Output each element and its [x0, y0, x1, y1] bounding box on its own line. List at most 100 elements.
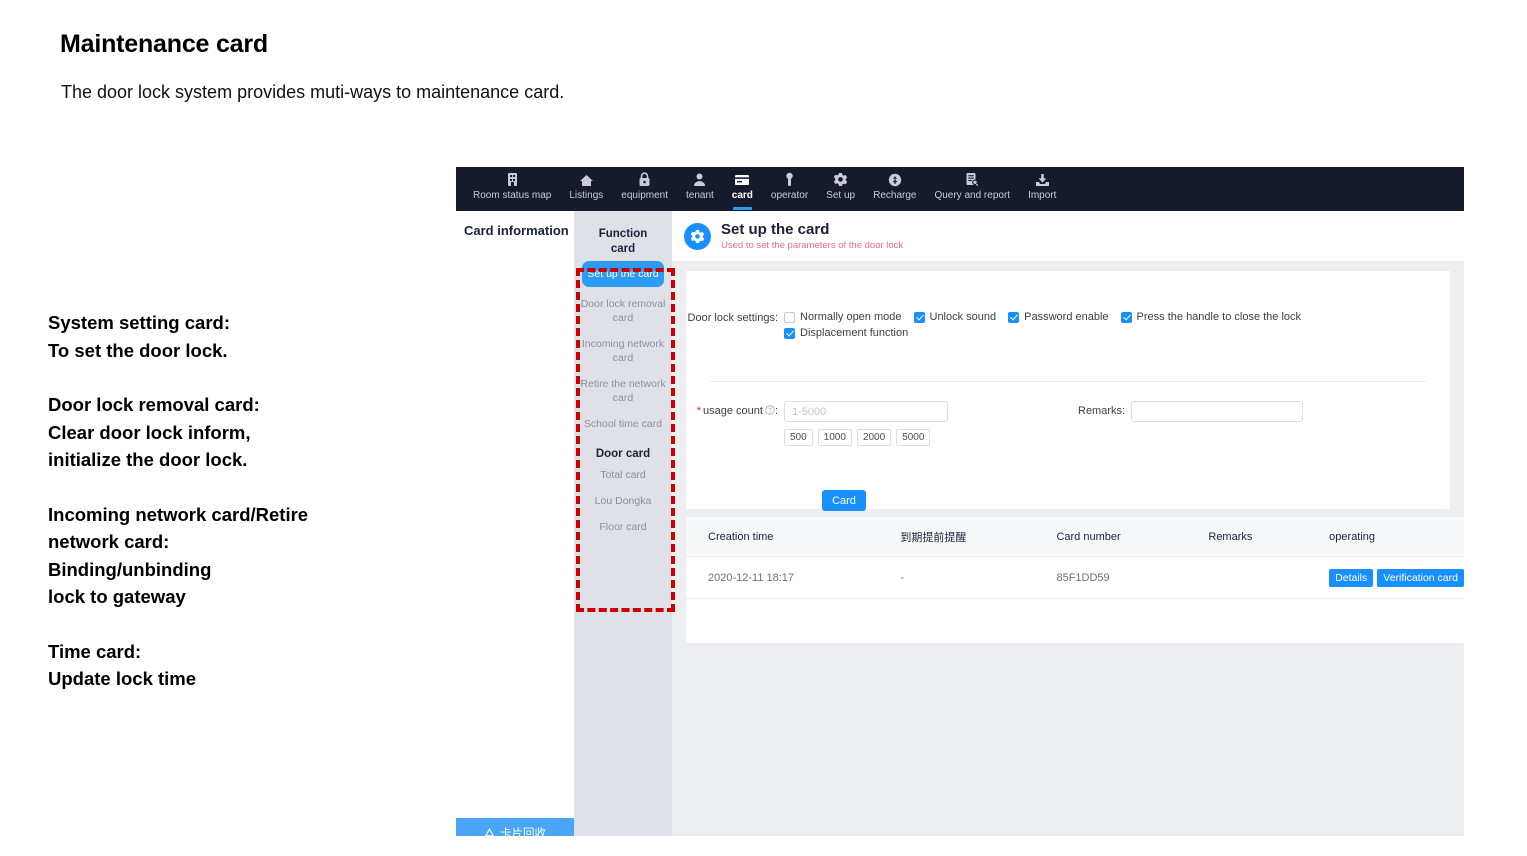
download-icon — [1035, 171, 1050, 188]
nav-item-listings[interactable]: Listings — [560, 167, 612, 211]
nav-item-label: Query and report — [934, 190, 1010, 201]
checkbox-label: Unlock sound — [930, 311, 997, 323]
quick-value-5000-button[interactable]: 5000 — [896, 429, 930, 446]
annotation-notes: System setting card: To set the door loc… — [48, 309, 468, 693]
usage-count-label-text: usage count — [703, 405, 763, 417]
person-icon — [693, 171, 706, 188]
cell-remarks — [1186, 557, 1307, 599]
nav-item-label: Set up — [826, 190, 855, 201]
coin-icon — [888, 171, 902, 188]
function-card-sidebar: Function card Set up the card Door lock … — [574, 211, 672, 836]
card-information-label: Card information — [464, 223, 569, 238]
checkbox-box[interactable] — [1121, 312, 1132, 323]
checkbox-label: Normally open mode — [800, 311, 902, 323]
checkbox-label: Press the handle to close the lock — [1137, 311, 1301, 323]
card-records-table: Creation time 到期提前提醒 Card number Remarks… — [686, 517, 1464, 599]
usage-count-input[interactable] — [784, 401, 948, 422]
nav-item-operator[interactable]: operator — [762, 167, 817, 211]
checkbox-unlock-sound[interactable]: Unlock sound — [914, 311, 997, 323]
nav-item-label: card — [732, 190, 753, 201]
nav-item-recharge[interactable]: Recharge — [864, 167, 925, 211]
nav-item-label: Import — [1028, 190, 1056, 201]
sidebar-item-lou-dongka[interactable]: Lou Dongka — [574, 488, 672, 514]
checkbox-box[interactable] — [1008, 312, 1019, 323]
sidebar-item-school-time-card[interactable]: School time card — [574, 411, 672, 437]
card-records-panel: Creation time 到期提前提醒 Card number Remarks… — [686, 517, 1464, 643]
sidebar-heading-door-card: Door card — [574, 437, 672, 462]
column-header-creation-time: Creation time — [686, 517, 878, 557]
question-circle-icon[interactable] — [765, 405, 775, 418]
page-subtitle: The door lock system provides muti-ways … — [61, 82, 564, 103]
table-header-row: Creation time 到期提前提醒 Card number Remarks… — [686, 517, 1464, 557]
cell-expiry-reminder: - — [878, 557, 1034, 599]
nav-item-room-status-map[interactable]: Room status map — [464, 167, 560, 211]
nav-item-equipment[interactable]: equipment — [612, 167, 677, 211]
checkbox-normally-open-mode[interactable]: Normally open mode — [784, 311, 902, 323]
column-header-operating: operating — [1307, 517, 1464, 557]
top-navigation-bar: Room status map Listings equipment tenan… — [456, 167, 1464, 211]
usage-count-quick-buttons: 500 1000 2000 5000 — [784, 429, 948, 446]
usage-count-row: *usage count: 500 1000 2000 5000 Remarks… — [686, 401, 1450, 446]
details-button[interactable]: Details — [1329, 569, 1373, 587]
door-lock-settings-checkbox-group: Normally open mode Unlock sound Password… — [784, 311, 1404, 339]
building-icon — [506, 171, 519, 188]
main-header-subtitle: Used to set the parameters of the door l… — [721, 239, 903, 252]
main-header: Set up the card Used to set the paramete… — [672, 211, 1464, 261]
settings-panel: Door lock settings: Normally open mode U… — [686, 271, 1450, 509]
recycle-triangle-icon — [484, 827, 495, 837]
gear-icon — [684, 223, 711, 250]
door-lock-settings-row: Door lock settings: Normally open mode U… — [686, 311, 1450, 339]
nav-item-label: tenant — [686, 190, 714, 201]
sidebar-item-floor-card[interactable]: Floor card — [574, 514, 672, 540]
card-icon — [734, 171, 750, 188]
usage-count-colon: : — [775, 405, 778, 417]
nav-item-set-up[interactable]: Set up — [817, 167, 864, 211]
cell-card-number: 85F1DD59 — [1034, 557, 1186, 599]
note-block: System setting card: To set the door loc… — [48, 309, 468, 364]
checkbox-box[interactable] — [784, 312, 795, 323]
sidebar-item-set-up-the-card[interactable]: Set up the card — [582, 261, 664, 287]
checkbox-box[interactable] — [914, 312, 925, 323]
remarks-label: Remarks: — [1078, 401, 1131, 417]
quick-value-500-button[interactable]: 500 — [784, 429, 813, 446]
usage-count-label: *usage count: — [686, 401, 784, 418]
cell-operating: Details Verification card — [1307, 557, 1464, 599]
sidebar-item-incoming-network-card[interactable]: Incoming network card — [574, 331, 672, 371]
lock-icon — [638, 171, 651, 188]
sidebar-item-door-lock-removal-card[interactable]: Door lock removal card — [574, 291, 672, 331]
sidebar-item-retire-the-network-card[interactable]: Retire the network card — [574, 371, 672, 411]
page-title: Maintenance card — [60, 30, 268, 59]
checkbox-label: Password enable — [1024, 311, 1108, 323]
checkbox-box[interactable] — [784, 328, 795, 339]
card-submit-button[interactable]: Card — [822, 490, 866, 511]
section-divider — [710, 381, 1426, 382]
checkbox-password-enable[interactable]: Password enable — [1008, 311, 1108, 323]
door-lock-settings-label: Door lock settings: — [686, 311, 784, 324]
nav-item-query-and-report[interactable]: Query and report — [925, 167, 1019, 211]
checkbox-displacement-function[interactable]: Displacement function — [784, 327, 1404, 339]
app-window: Room status map Listings equipment tenan… — [456, 167, 1464, 836]
main-content-area: Set up the card Used to set the paramete… — [672, 211, 1464, 836]
remarks-field-group: Remarks: — [1078, 401, 1303, 422]
quick-value-2000-button[interactable]: 2000 — [857, 429, 891, 446]
sidebar-item-total-card[interactable]: Total card — [574, 462, 672, 488]
checkbox-press-handle-to-close-lock[interactable]: Press the handle to close the lock — [1121, 311, 1301, 323]
required-marker: * — [697, 405, 701, 417]
key-icon — [784, 171, 795, 188]
row-action-buttons: Details Verification card — [1329, 569, 1464, 587]
nav-item-label: equipment — [621, 190, 668, 201]
nav-item-tenant[interactable]: tenant — [677, 167, 723, 211]
nav-item-label: Recharge — [873, 190, 916, 201]
card-recycle-button[interactable]: 卡片回收 — [456, 818, 574, 836]
quick-value-1000-button[interactable]: 1000 — [818, 429, 852, 446]
remarks-input[interactable] — [1131, 401, 1303, 422]
nav-item-card[interactable]: card — [723, 167, 762, 211]
column-header-expiry-reminder: 到期提前提醒 — [878, 517, 1034, 557]
verification-card-button[interactable]: Verification card — [1377, 569, 1464, 587]
sidebar-heading-function-card: Function card — [574, 211, 672, 257]
checkbox-label: Displacement function — [800, 327, 908, 339]
table-row: 2020-12-11 18:17 - 85F1DD59 Details Veri… — [686, 557, 1464, 599]
recycle-button-label: 卡片回收 — [500, 825, 546, 836]
nav-item-import[interactable]: Import — [1019, 167, 1065, 211]
note-block: Door lock removal card: Clear door lock … — [48, 391, 468, 474]
